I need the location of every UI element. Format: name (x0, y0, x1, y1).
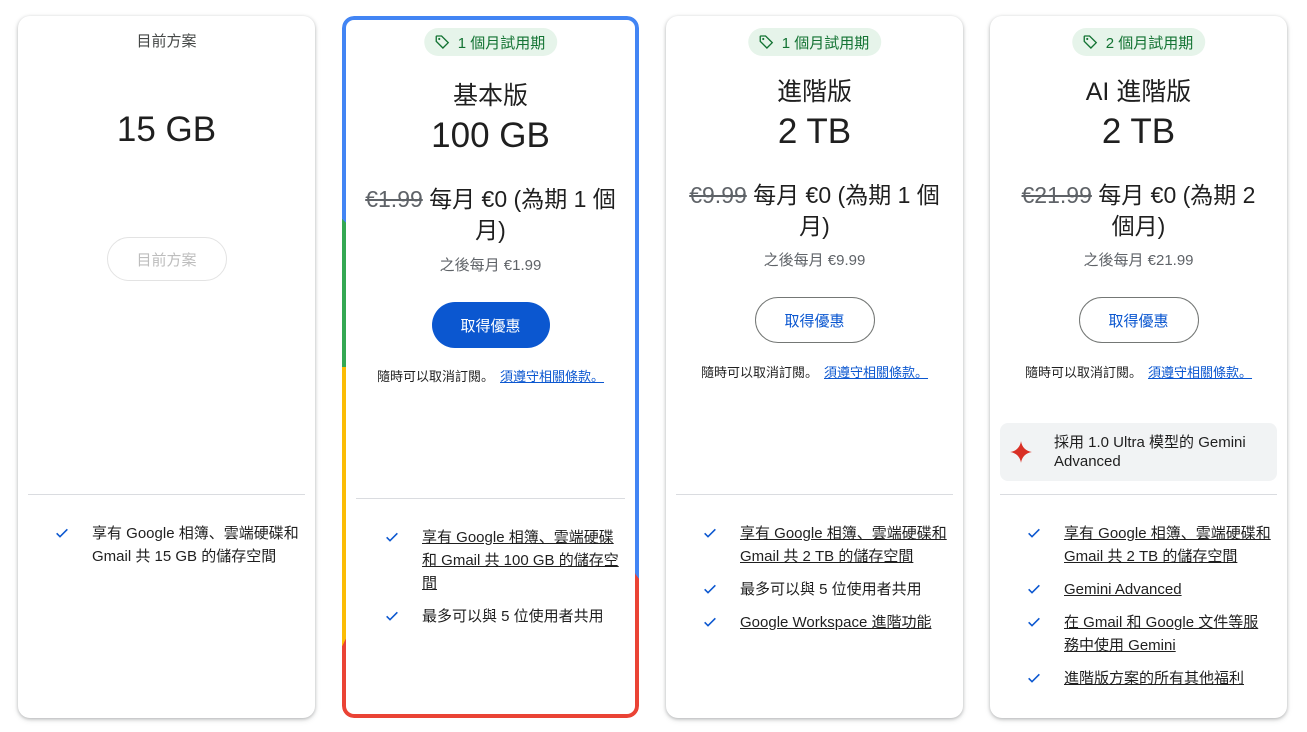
check-icon (386, 611, 398, 621)
gemini-sparkle-icon (1010, 441, 1032, 463)
current-plan-label: 目前方案 (136, 33, 197, 50)
feature-list: 享有 Google 相簿、雲端硬碟和 Gmail 共 2 TB 的儲存空間 Ge… (1026, 522, 1271, 700)
feature-item: 最多可以與 5 位使用者共用 (702, 578, 947, 601)
plan-price: €1.99 每月 €0 (為期 1 個月) (362, 184, 619, 246)
check-icon (56, 528, 68, 538)
divider (356, 498, 625, 499)
feature-item: 享有 Google 相簿、雲端硬碟和 Gmail 共 2 TB 的儲存空間 (1026, 522, 1271, 568)
cancel-note: 隨時可以取消訂閱。 須遵守相關條款。 (1024, 365, 1253, 380)
tag-icon (435, 35, 449, 49)
current-plan-button: 目前方案 (106, 237, 227, 281)
plan-storage: 15 GB (116, 110, 217, 149)
plan-storage: 100 GB (431, 116, 550, 155)
gemini-highlight: 採用 1.0 Ultra 模型的 Gemini Advanced (1000, 423, 1277, 481)
price-after-trial: 之後每月 €1.99 (439, 257, 542, 274)
offer-price: 每月 €0 (為期 1 個月) (429, 186, 616, 243)
check-icon (1028, 528, 1040, 538)
check-icon (386, 532, 398, 542)
feature-item: 進階版方案的所有其他福利 (1026, 667, 1271, 690)
plan-storage: 2 TB (1101, 112, 1176, 151)
feature-item: 在 Gmail 和 Google 文件等服務中使用 Gemini (1026, 611, 1271, 657)
terms-link[interactable]: 須遵守相關條款。 (1148, 365, 1252, 380)
plan-price: €21.99 每月 €0 (為期 2 個月) (1010, 180, 1267, 242)
plan-name: 基本版 (452, 82, 528, 110)
price-after-trial: 之後每月 €21.99 (1083, 252, 1194, 269)
get-offer-button[interactable]: 取得優惠 (431, 302, 550, 348)
offer-price: 每月 €0 (為期 2 個月) (1098, 182, 1256, 239)
divider (676, 494, 953, 495)
plan-name: 進階版 (776, 78, 852, 106)
trial-badge: 2 個月試用期 (1071, 28, 1206, 56)
original-price: €9.99 (689, 182, 747, 208)
terms-link[interactable]: 須遵守相關條款。 (500, 369, 604, 384)
trial-badge: 1 個月試用期 (747, 28, 882, 56)
cancel-note: 隨時可以取消訂閱。 須遵守相關條款。 (376, 369, 605, 384)
feature-item: 最多可以與 5 位使用者共用 (384, 605, 623, 628)
plan-card-current: 目前方案 15 GB 目前方案 享有 Google 相簿、雲端硬碟和 Gmail… (18, 16, 315, 718)
check-icon (704, 528, 716, 538)
plan-card-premium: 1 個月試用期 進階版 2 TB €9.99 每月 €0 (為期 1 個月) 之… (666, 16, 963, 718)
plan-name: AI 進階版 (1085, 78, 1192, 106)
feature-list: 享有 Google 相簿、雲端硬碟和 Gmail 共 2 TB 的儲存空間 最多… (702, 522, 947, 644)
terms-link[interactable]: 須遵守相關條款。 (824, 365, 928, 380)
trial-badge: 1 個月試用期 (423, 28, 558, 56)
offer-price: 每月 €0 (為期 1 個月) (753, 182, 940, 239)
check-icon (1028, 673, 1040, 683)
check-icon (1028, 617, 1040, 627)
divider (28, 494, 305, 495)
feature-item: Gemini Advanced (1026, 578, 1271, 601)
check-icon (704, 584, 716, 594)
price-after-trial: 之後每月 €9.99 (763, 252, 866, 269)
feature-item: Google Workspace 進階功能 (702, 611, 947, 634)
plan-card-basic: 1 個月試用期 基本版 100 GB €1.99 每月 €0 (為期 1 個月)… (342, 16, 639, 718)
feature-item: 享有 Google 相簿、雲端硬碟和 Gmail 共 2 TB 的儲存空間 (702, 522, 947, 568)
tag-icon (759, 35, 773, 49)
tag-icon (1083, 35, 1097, 49)
get-offer-button[interactable]: 取得優惠 (754, 297, 875, 343)
cancel-note: 隨時可以取消訂閱。 須遵守相關條款。 (700, 365, 929, 380)
feature-item: 享有 Google 相簿、雲端硬碟和 Gmail 共 15 GB 的儲存空間 (54, 522, 299, 568)
plan-card-ai-premium: 2 個月試用期 AI 進階版 2 TB €21.99 每月 €0 (為期 2 個… (990, 16, 1287, 718)
check-icon (704, 617, 716, 627)
original-price: €1.99 (365, 186, 423, 212)
feature-list: 享有 Google 相簿、雲端硬碟和 Gmail 共 15 GB 的儲存空間 (54, 522, 299, 578)
plan-price: €9.99 每月 €0 (為期 1 個月) (686, 180, 943, 242)
get-offer-button[interactable]: 取得優惠 (1078, 297, 1199, 343)
feature-item: 享有 Google 相簿、雲端硬碟和 Gmail 共 100 GB 的儲存空間 (384, 526, 623, 595)
plan-storage: 2 TB (777, 112, 852, 151)
original-price: €21.99 (1021, 182, 1092, 208)
divider (1000, 494, 1277, 495)
check-icon (1028, 584, 1040, 594)
feature-list: 享有 Google 相簿、雲端硬碟和 Gmail 共 100 GB 的儲存空間 … (384, 526, 623, 638)
